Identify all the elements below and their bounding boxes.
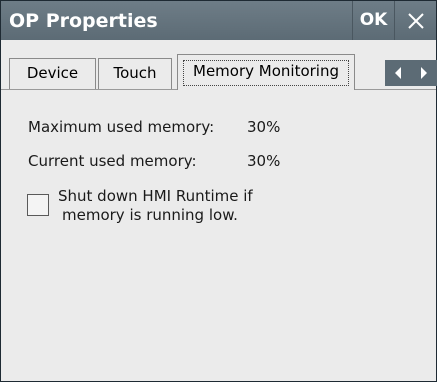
tab-touch[interactable]: Touch <box>98 58 172 89</box>
shutdown-on-low-memory-checkbox[interactable] <box>27 194 49 216</box>
tab-device[interactable]: Device <box>9 58 96 89</box>
ok-button[interactable]: OK <box>352 1 394 40</box>
current-used-memory-label: Current used memory: <box>28 152 197 170</box>
focus-rectangle <box>183 60 349 86</box>
tab-scroll-right-button[interactable] <box>411 60 437 86</box>
tab-scroll-left-button[interactable] <box>385 60 411 86</box>
shutdown-label-line1: Shut down HMI Runtime if <box>58 187 253 205</box>
arrow-left-icon <box>395 67 401 79</box>
tab-memory-monitoring[interactable]: Memory Monitoring <box>177 54 355 90</box>
title-bar: OP Properties OK <box>1 1 436 40</box>
close-button[interactable] <box>394 1 436 40</box>
max-used-memory-value: 30% <box>247 118 281 136</box>
window-title: OP Properties <box>9 10 158 32</box>
arrow-right-icon <box>421 67 427 79</box>
current-used-memory-value: 30% <box>247 152 281 170</box>
close-icon <box>407 13 424 29</box>
shutdown-label-line2: memory is running low. <box>62 206 238 224</box>
shutdown-on-low-memory-label[interactable]: Shut down HMI Runtime if memory is runni… <box>58 187 253 225</box>
max-used-memory-label: Maximum used memory: <box>28 118 215 136</box>
op-properties-window: OP Properties OK Device Touch Memory Mon… <box>0 0 437 382</box>
